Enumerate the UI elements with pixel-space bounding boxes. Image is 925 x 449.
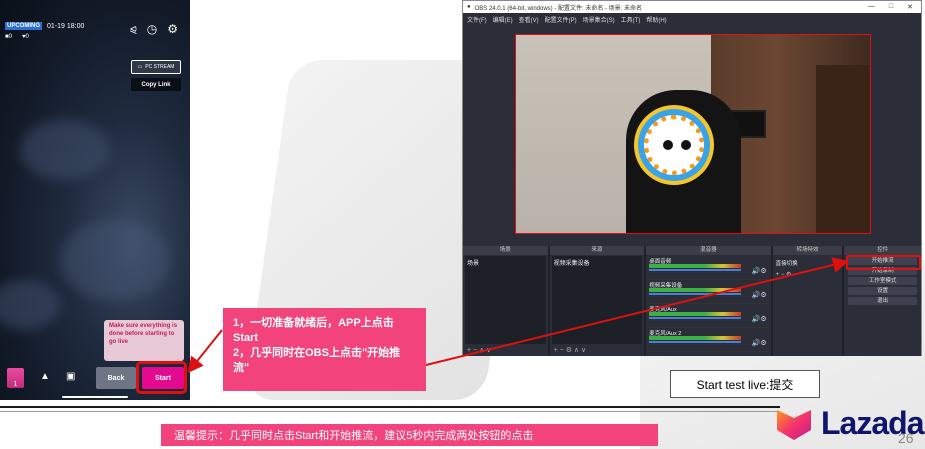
sources-list: 视频采集设备: [551, 256, 643, 344]
copy-link-button[interactable]: Copy Link: [131, 78, 181, 91]
volume-meter: [649, 336, 741, 340]
gear-icon[interactable]: 🔊⚙: [752, 291, 767, 299]
home-indicator: [62, 396, 128, 398]
controls-title: 控件: [844, 246, 921, 255]
caption-box: Start test live:提交: [670, 370, 820, 398]
phone-screenshot: UPCOMING 01-19 18:00 ■0 ♥0 ⪨ ◷ ⚙ ▭ PC ST…: [0, 0, 190, 400]
volume-meter: [649, 264, 741, 268]
settings-button[interactable]: 设置: [848, 287, 917, 295]
menu-view[interactable]: 查看(V): [519, 15, 539, 24]
ticket-icon[interactable]: ▣: [66, 371, 75, 382]
minimize-icon[interactable]: —: [868, 3, 875, 11]
menu-profile[interactable]: 配置文件(P): [545, 15, 577, 24]
sticker-eye: [663, 140, 673, 150]
obs-window: ● OBS 24.0.1 (64-bit, windows) - 配置文件: 未…: [462, 0, 922, 356]
source-item[interactable]: 视频采集设备: [552, 256, 643, 269]
maximize-icon[interactable]: □: [889, 3, 893, 11]
monitor-icon: ▭: [137, 64, 143, 70]
status-badge: UPCOMING: [5, 22, 42, 30]
mixer-channel: 麦克风/Aux 2 🔊⚙: [646, 328, 771, 352]
mixer-channel: 麦克风/Aux 🔊⚙: [646, 304, 771, 328]
start-streaming-highlight: [846, 255, 921, 270]
sources-title: 来源: [549, 246, 645, 255]
share-icon[interactable]: ⪨: [130, 22, 137, 37]
mixer-title: 混音器: [646, 246, 771, 255]
volume-slider[interactable]: [649, 341, 741, 343]
menu-file[interactable]: 文件(F): [467, 15, 487, 24]
video-preview[interactable]: [515, 34, 871, 234]
preview-door: [816, 65, 870, 233]
back-button[interactable]: Back: [96, 367, 136, 389]
obs-logo-icon: ●: [467, 4, 471, 10]
obs-title: OBS 24.0.1 (64-bit, windows) - 配置文件: 未命名…: [474, 5, 642, 12]
background-blur: [0, 280, 60, 330]
mixer-channel: 视频采集设备 🔊⚙: [646, 280, 771, 304]
volume-meter: [649, 288, 741, 292]
instruction-callout: 1，一切准备就绪后，APP上点击Start 2，几乎同时在OBS上点击"开始推流…: [223, 308, 426, 391]
top-icons: ⪨ ◷ ⚙: [130, 22, 178, 37]
volume-slider[interactable]: [649, 269, 741, 271]
gear-icon[interactable]: 🔊⚙: [752, 315, 767, 323]
bag-icon[interactable]: ▲: [40, 371, 50, 382]
stream-datetime: 01-19 18:00: [47, 22, 85, 30]
volume-meter: [649, 312, 741, 316]
mixer-dock: 混音器 桌面音频 🔊⚙ 视频采集设备 🔊⚙ 麦克风/Aux 🔊⚙ 麦克风/Aux 2 🔊…: [646, 246, 771, 356]
sticker-face-icon: [644, 115, 704, 175]
notice-banner: 温馨提示：几乎同时点击Start和开始推流，建议5秒内完成两处按钮的点击: [161, 424, 658, 446]
gear-icon[interactable]: 🔊⚙: [752, 339, 767, 347]
viewers-count: ■0: [5, 34, 12, 40]
transitions-title: 转场特效: [772, 246, 843, 255]
mixer-channels: 桌面音频 🔊⚙ 视频采集设备 🔊⚙ 麦克风/Aux 🔊⚙ 麦克风/Aux 2 🔊⚙: [646, 256, 771, 352]
sticker-eye: [681, 140, 691, 150]
slide: UPCOMING 01-19 18:00 ■0 ♥0 ⪨ ◷ ⚙ ▭ PC ST…: [0, 0, 925, 449]
arrow-to-start: [187, 329, 223, 374]
close-icon[interactable]: ✕: [907, 3, 913, 11]
obs-titlebar: ● OBS 24.0.1 (64-bit, windows) - 配置文件: 未…: [463, 1, 921, 13]
instruction-step-1: 1，一切准备就绪后，APP上点击Start: [233, 317, 394, 344]
start-highlight: [136, 361, 187, 394]
mixer-channel: 桌面音频 🔊⚙: [646, 256, 771, 280]
menu-help[interactable]: 帮助(H): [646, 15, 666, 24]
sources-dock: 来源 视频采集设备 + − ⚙ ∧ ∨: [549, 246, 645, 356]
transition-controls[interactable]: + − ⚙: [776, 271, 840, 278]
gear-icon[interactable]: 🔊⚙: [752, 267, 767, 275]
transition-select[interactable]: 直接切换: [776, 259, 840, 267]
background-blur: [20, 120, 110, 180]
divider-line: [0, 406, 780, 408]
gear-icon[interactable]: ⚙: [167, 22, 178, 37]
lazada-heart-icon: [777, 410, 811, 440]
instruction-step-2: 2，几乎同时在OBS上点击"开始推流": [233, 346, 401, 374]
stream-stats: ■0 ♥0: [5, 34, 29, 40]
exit-button[interactable]: 退出: [848, 297, 917, 305]
gift-icon[interactable]: 1: [7, 368, 24, 388]
menu-edit[interactable]: 编辑(E): [493, 15, 513, 24]
scene-item[interactable]: 场景: [465, 256, 546, 269]
transitions-dock: 转场特效 直接切换 + − ⚙: [772, 246, 843, 356]
obs-menubar: 文件(F) 编辑(E) 查看(V) 配置文件(P) 场景集合(S) 工具(T) …: [463, 13, 921, 24]
stream-info: UPCOMING 01-19 18:00: [5, 22, 84, 30]
page-number: 26: [898, 430, 914, 446]
likes-count: ♥0: [21, 34, 29, 40]
pc-stream-button[interactable]: ▭ PC STREAM: [131, 60, 181, 74]
scenes-dock: 场景 场景 + − ∧ ∨: [463, 246, 548, 356]
menu-scene-collection[interactable]: 场景集合(S): [583, 15, 615, 24]
scenes-title: 场景: [463, 246, 548, 255]
divider-line: [0, 411, 780, 412]
scenes-toolbar[interactable]: + − ∧ ∨: [467, 346, 491, 354]
volume-slider[interactable]: [649, 317, 741, 319]
scenes-list: 场景: [465, 256, 546, 344]
sources-toolbar[interactable]: + − ⚙ ∧ ∨: [554, 346, 586, 354]
studio-mode-button[interactable]: 工作室模式: [848, 277, 917, 285]
background-blur: [60, 220, 170, 300]
go-live-tip: Make sure everything is done before star…: [104, 320, 184, 361]
menu-tools[interactable]: 工具(T): [621, 15, 641, 24]
volume-slider[interactable]: [649, 293, 741, 295]
timer-icon[interactable]: ◷: [147, 22, 157, 37]
